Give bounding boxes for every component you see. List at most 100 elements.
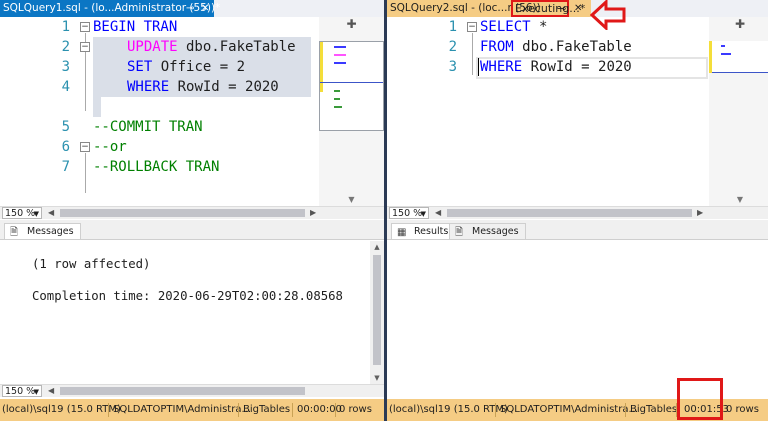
status-user: SQLDATOPTIM\Administra... bbox=[113, 404, 251, 415]
executing-label: Executing...* bbox=[515, 2, 586, 15]
query-pane-right: SQLQuery2.sql - (loc...r (56)) ✕ Executi… bbox=[384, 0, 768, 421]
document-tab-strip: SQLQuery2.sql - (loc...r (56)) ✕ Executi… bbox=[387, 0, 768, 17]
message-line: Completion time: 2020-06-29T02:00:28.085… bbox=[32, 289, 343, 303]
code-line-1: SELECT * bbox=[480, 19, 548, 35]
scroll-right-icon[interactable]: ▶ bbox=[697, 207, 703, 219]
scroll-left-icon[interactable]: ◀ bbox=[48, 207, 54, 219]
messages-panel[interactable]: (1 row affected) Completion time: 2020-0… bbox=[0, 241, 384, 384]
results-tab-strip: ▦ Results 🗎 Messages bbox=[387, 220, 768, 240]
results-panel[interactable] bbox=[387, 241, 768, 399]
chevron-down-icon: ▼ bbox=[33, 210, 39, 218]
zoom-select[interactable]: 150 % ▼ bbox=[2, 207, 42, 219]
change-marks bbox=[320, 42, 323, 92]
executing-status-highlight: Executing...* ⊸ bbox=[511, 0, 585, 17]
scroll-left-icon[interactable]: ◀ bbox=[48, 385, 54, 397]
code-line-2: UPDATE dbo.FakeTable bbox=[127, 39, 296, 55]
collapse-icon[interactable]: − bbox=[80, 42, 90, 52]
line-number-gutter: 1 2 3 bbox=[387, 17, 462, 206]
messages-icon: 🗎 bbox=[455, 227, 464, 238]
status-server: (local)\sql19 (15.0 RTM) bbox=[389, 404, 508, 415]
code-line-2: FROM dbo.FakeTable bbox=[480, 39, 632, 55]
collapse-icon[interactable]: − bbox=[80, 142, 90, 152]
status-server: (local)\sql19 (15.0 RTM) bbox=[2, 404, 121, 415]
tab-results[interactable]: ▦ Results bbox=[391, 223, 456, 239]
query-pane-left: SQLQuery1.sql - (lo...Administrator (55)… bbox=[0, 0, 384, 421]
chevron-down-icon: ▼ bbox=[420, 210, 426, 218]
vertical-scroll-thumb[interactable] bbox=[373, 255, 381, 365]
change-marks bbox=[709, 41, 712, 73]
tab-messages[interactable]: 🗎 Messages bbox=[449, 223, 526, 239]
zoom-value: 150 % bbox=[392, 208, 423, 219]
vertical-scrollbar[interactable]: ▲ ▼ bbox=[370, 241, 384, 384]
code-line-1: BEGIN TRAN bbox=[93, 19, 178, 35]
sql-editor[interactable]: 1 2 3 − SELECT * FROM dbo.FakeTable WHER… bbox=[387, 17, 768, 206]
status-bar: (local)\sql19 (15.0 RTM) SQLDATOPTIM\Adm… bbox=[0, 399, 384, 421]
pin-icon[interactable]: ⊸ bbox=[186, 0, 194, 17]
code-line-8: --ROLLBACK TRAN bbox=[93, 159, 220, 175]
code-line-4: WHERE RowId = 2020 bbox=[127, 79, 279, 95]
message-line: (1 row affected) bbox=[32, 257, 151, 271]
tab-messages-label: Messages bbox=[27, 226, 74, 237]
scroll-overview[interactable]: ✚ ▼ bbox=[709, 17, 768, 206]
zoom-value: 150 % bbox=[5, 386, 36, 397]
close-icon[interactable]: ✕ bbox=[201, 0, 209, 17]
zoom-select[interactable]: 150 % ▼ bbox=[2, 385, 42, 397]
status-rows: 0 rows bbox=[339, 404, 372, 415]
zoom-scroll-bar: 150 % ▼ ◀ ▶ bbox=[387, 206, 768, 219]
collapse-icon[interactable]: − bbox=[467, 22, 477, 32]
text-selection bbox=[93, 97, 101, 117]
overview-map[interactable] bbox=[709, 41, 768, 73]
horizontal-scroll-thumb[interactable] bbox=[447, 209, 692, 217]
grid-icon: ▦ bbox=[397, 227, 407, 238]
text-cursor bbox=[478, 58, 479, 76]
scroll-down-icon[interactable]: ▼ bbox=[370, 374, 384, 382]
sql-editor[interactable]: 1 2 3 4 5 6 7 − − − BEGIN TRAN UPDATE db… bbox=[0, 17, 384, 206]
scroll-right-icon[interactable]: ▶ bbox=[310, 207, 316, 219]
fold-guide bbox=[85, 153, 86, 193]
pin-icon[interactable]: ⊸ bbox=[557, 2, 566, 15]
tab-results-label: Results bbox=[414, 226, 449, 237]
line-number: 4 bbox=[61, 79, 70, 95]
line-number: 5 bbox=[61, 119, 70, 135]
line-number: 7 bbox=[61, 159, 70, 175]
document-tab-strip: SQLQuery1.sql - (lo...Administrator (55)… bbox=[0, 0, 384, 17]
messages-icon: 🗎 bbox=[10, 227, 19, 238]
horizontal-scroll-thumb[interactable] bbox=[60, 209, 305, 217]
elapsed-time-highlight bbox=[677, 378, 723, 420]
horizontal-scroll-thumb[interactable] bbox=[60, 387, 305, 395]
scroll-up-icon[interactable]: ▲ bbox=[370, 243, 384, 251]
code-line-3: WHERE RowId = 2020 bbox=[480, 59, 632, 75]
line-number: 1 bbox=[448, 19, 457, 35]
status-database: BigTables bbox=[243, 404, 291, 415]
tab-messages[interactable]: 🗎 Messages bbox=[4, 223, 81, 239]
status-user: SQLDATOPTIM\Administra... bbox=[500, 404, 638, 415]
line-number: 2 bbox=[61, 39, 70, 55]
line-number: 3 bbox=[448, 59, 457, 75]
split-icon[interactable]: ✚ bbox=[319, 17, 384, 35]
split-icon[interactable]: ✚ bbox=[709, 17, 768, 35]
scroll-overview[interactable]: ✚ ▼ bbox=[319, 17, 384, 206]
zoom-select[interactable]: 150 % ▼ bbox=[389, 207, 429, 219]
line-number: 3 bbox=[61, 59, 70, 75]
scroll-down-icon[interactable]: ▼ bbox=[709, 195, 768, 204]
fold-guide bbox=[472, 33, 473, 75]
scroll-left-icon[interactable]: ◀ bbox=[435, 207, 441, 219]
code-line-6: --COMMIT TRAN bbox=[93, 119, 203, 135]
zoom-scroll-bar: 150 % ▼ ◀ ▶ bbox=[0, 206, 384, 219]
status-rows: 0 rows bbox=[726, 404, 759, 415]
collapse-icon[interactable]: − bbox=[80, 22, 90, 32]
scroll-down-icon[interactable]: ▼ bbox=[319, 195, 384, 204]
zoom-scroll-bar: 150 % ▼ ◀ bbox=[0, 384, 384, 397]
line-number-gutter: 1 2 3 4 5 6 7 bbox=[0, 17, 75, 206]
code-line-7: --or bbox=[93, 139, 127, 155]
line-number: 2 bbox=[448, 39, 457, 55]
results-tab-strip: 🗎 Messages bbox=[0, 220, 384, 240]
annotation-arrow-icon bbox=[590, 0, 626, 30]
tab-messages-label: Messages bbox=[472, 226, 519, 237]
overview-map[interactable] bbox=[319, 41, 384, 131]
tab-sqlquery1[interactable]: SQLQuery1.sql - (lo...Administrator (55)… bbox=[0, 0, 220, 17]
status-database: BigTables bbox=[630, 404, 678, 415]
line-number: 6 bbox=[61, 139, 70, 155]
chevron-down-icon: ▼ bbox=[33, 388, 39, 396]
line-number: 1 bbox=[61, 19, 70, 35]
